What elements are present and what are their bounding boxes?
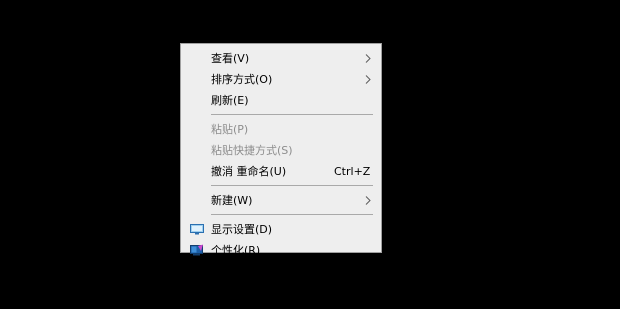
chevron-right-icon — [365, 54, 371, 63]
menu-item-label: 排序方式(O) — [211, 73, 273, 86]
menu-item-label: 粘贴快捷方式(S) — [211, 144, 293, 157]
chevron-right-icon — [365, 75, 371, 84]
chevron-right-icon — [365, 196, 371, 205]
menu-item-label: 刷新(E) — [211, 94, 249, 107]
menu-separator — [211, 114, 373, 115]
menu-item-refresh[interactable]: 刷新(E) — [181, 90, 381, 111]
menu-item-label: 粘贴(P) — [211, 123, 249, 136]
menu-item-view[interactable]: 查看(V) — [181, 48, 381, 69]
desktop-context-menu: 查看(V) 排序方式(O) 刷新(E) 粘贴(P) 粘贴快捷方式(S) 撤消 重… — [180, 43, 382, 257]
menu-item-shortcut: Ctrl+Z — [334, 165, 371, 178]
menu-item-label: 查看(V) — [211, 52, 250, 65]
personalize-icon — [190, 244, 203, 256]
menu-item-label: 个性化(R) — [211, 244, 261, 257]
menu-item-label: 显示设置(D) — [211, 223, 273, 236]
menu-item-paste-shortcut: 粘贴快捷方式(S) — [181, 140, 381, 161]
menu-separator — [211, 185, 373, 186]
menu-separator — [211, 214, 373, 215]
menu-item-sort-by[interactable]: 排序方式(O) — [181, 69, 381, 90]
menu-item-personalize[interactable]: 个性化(R) — [181, 240, 381, 261]
menu-item-new[interactable]: 新建(W) — [181, 190, 381, 211]
menu-item-undo-rename[interactable]: 撤消 重命名(U) Ctrl+Z — [181, 161, 381, 182]
display-settings-icon — [190, 224, 204, 235]
menu-item-label: 新建(W) — [211, 194, 253, 207]
menu-item-paste: 粘贴(P) — [181, 119, 381, 140]
menu-item-label: 撤消 重命名(U) — [211, 165, 287, 178]
menu-item-display-settings[interactable]: 显示设置(D) — [181, 219, 381, 240]
desktop[interactable]: 查看(V) 排序方式(O) 刷新(E) 粘贴(P) 粘贴快捷方式(S) 撤消 重… — [0, 0, 620, 309]
